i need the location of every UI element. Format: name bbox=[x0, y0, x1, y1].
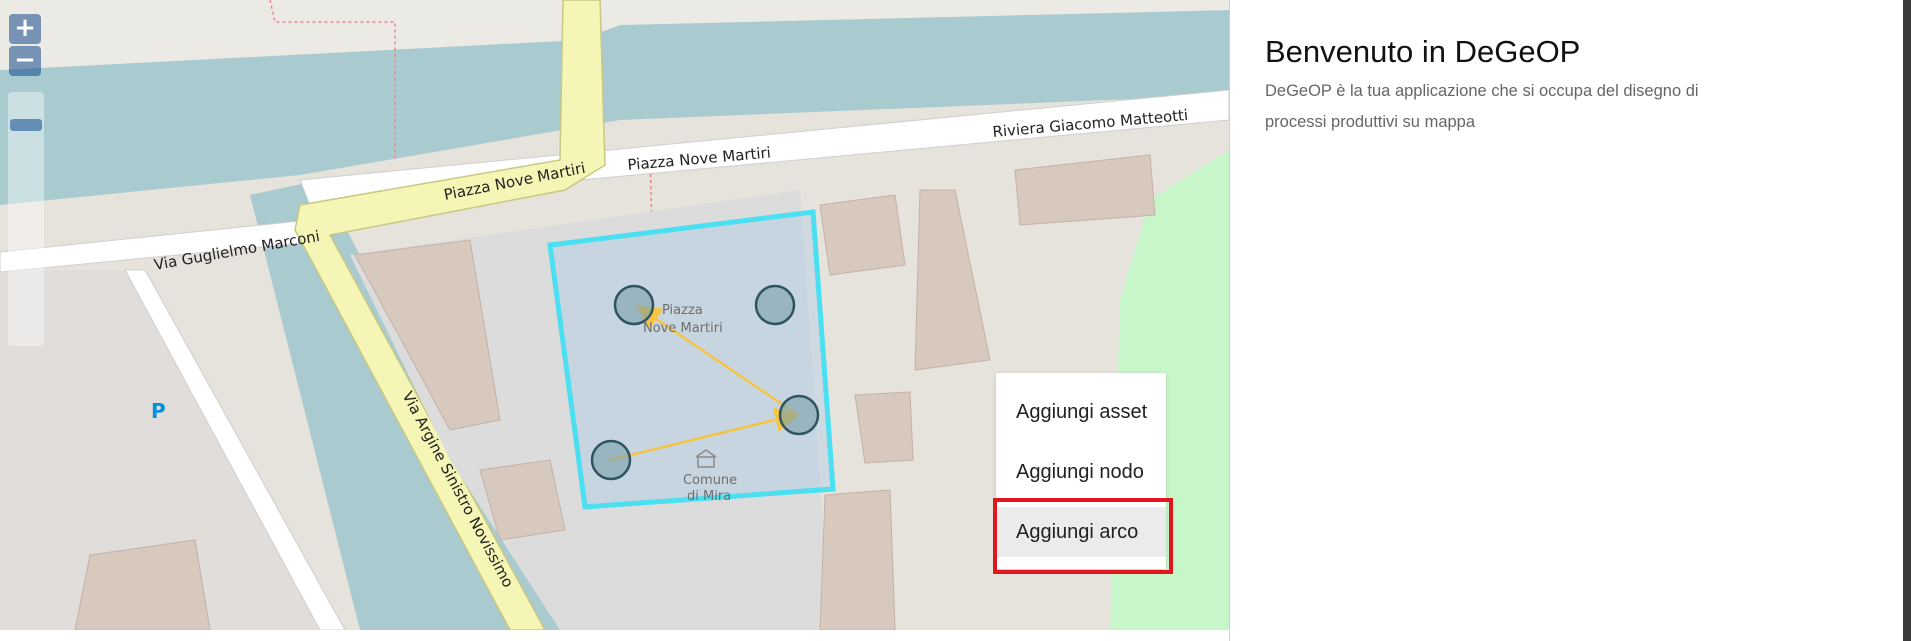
poi-label-comune-line1: Comune bbox=[683, 473, 737, 488]
building-2 bbox=[819, 194, 906, 276]
building-5 bbox=[854, 391, 914, 464]
node-circle-2[interactable] bbox=[754, 284, 796, 326]
zoom-out-button[interactable]: − bbox=[9, 46, 41, 76]
node-circle-1[interactable] bbox=[613, 284, 655, 326]
node-circle-3[interactable] bbox=[778, 394, 820, 436]
panel-divider bbox=[1229, 0, 1230, 641]
page-title: Benvenuto in DeGeOP bbox=[1265, 34, 1581, 69]
zoom-slider[interactable] bbox=[8, 92, 44, 346]
menu-item-aggiungi-nodo[interactable]: Aggiungi nodo bbox=[996, 447, 1166, 497]
menu-item-aggiungi-asset[interactable]: Aggiungi asset bbox=[996, 387, 1166, 437]
app-description: DeGeOP è la tua applicazione che si occu… bbox=[1265, 82, 1699, 131]
scrollbar[interactable] bbox=[1903, 0, 1911, 641]
zoom-in-button[interactable]: + bbox=[9, 14, 41, 44]
parking-icon: P bbox=[151, 399, 166, 423]
poi-label-comune-line2: di Mira bbox=[687, 489, 731, 504]
context-menu: Aggiungi asset Aggiungi nodo Aggiungi ar… bbox=[996, 373, 1166, 569]
poi-label-piazza-line2: Nove Martiri bbox=[643, 321, 723, 336]
building-6 bbox=[819, 489, 896, 630]
menu-item-aggiungi-arco[interactable]: Aggiungi arco bbox=[996, 507, 1166, 557]
poi-label-piazza-line1: Piazza bbox=[662, 303, 703, 318]
map-bottom-strip bbox=[0, 630, 1229, 641]
node-circle-4[interactable] bbox=[590, 439, 632, 481]
map-view[interactable]: Piazza Nove Martiri Piazza Nove Martiri … bbox=[0, 0, 1229, 630]
zoom-slider-thumb[interactable] bbox=[10, 119, 42, 131]
